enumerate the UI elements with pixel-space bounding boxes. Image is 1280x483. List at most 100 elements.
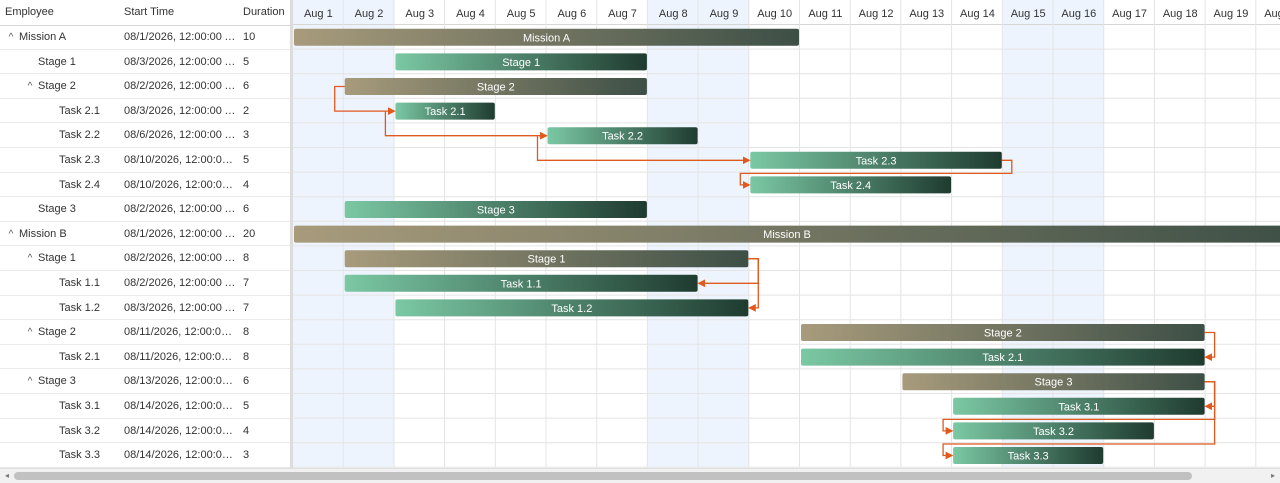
day-header-label: Aug 4 <box>456 8 485 20</box>
scroll-left-icon[interactable]: ◂ <box>2 471 12 481</box>
column-header-employee[interactable]: Employee <box>5 0 115 25</box>
row-start-cell: 08/1/2026, 12:00:00 AM <box>124 31 236 43</box>
row-start-cell: 08/14/2026, 12:00:00 ... <box>124 449 236 462</box>
bar-label: Task 1.1 <box>501 278 542 290</box>
bar-label: Task 2.1 <box>425 106 466 118</box>
collapse-chevron-icon[interactable]: ^ <box>24 321 36 345</box>
row-name-cell: Task 3.3 <box>59 443 100 467</box>
grid-row[interactable]: ^ Stage 3 08/13/2026, 12:00:00 ... 6 <box>0 369 290 394</box>
collapse-chevron-icon[interactable]: ^ <box>5 223 17 247</box>
row-duration-cell: 10 <box>243 31 256 43</box>
row-name-label: Task 2.1 <box>59 104 100 117</box>
bar-label: Task 3.2 <box>1033 426 1074 438</box>
day-header-label: Aug 19 <box>1214 8 1249 20</box>
day-header-label: Aug 10 <box>757 8 792 20</box>
bar-label: Stage 3 <box>477 205 515 217</box>
bar-label: Stage 1 <box>528 254 566 266</box>
horizontal-scrollbar[interactable]: ◂ ▸ <box>0 468 1280 483</box>
grid-row[interactable]: ^ Stage 1 08/2/2026, 12:00:00 AM 8 <box>0 246 290 271</box>
row-name-cell: Task 1.1 <box>59 271 100 295</box>
day-header-label: Aug 2 <box>355 8 384 20</box>
day-header-label: Aug 14 <box>960 8 995 20</box>
row-start-cell: 08/2/2026, 12:00:00 AM <box>124 276 236 289</box>
collapse-chevron-icon[interactable]: ^ <box>24 247 36 271</box>
day-header-label: Aug 18 <box>1163 8 1198 20</box>
column-header-duration[interactable]: Duration <box>243 0 288 25</box>
grid-row[interactable]: Task 2.1 08/11/2026, 12:00:00 ... 8 <box>0 345 290 370</box>
row-duration-cell: 6 <box>243 375 250 388</box>
grid-row[interactable]: Task 3.1 08/14/2026, 12:00:00 ... 5 <box>0 394 290 419</box>
row-duration-cell: 4 <box>243 178 250 191</box>
row-name-cell: Task 3.2 <box>59 419 100 443</box>
day-header-label: Aug 7 <box>608 8 637 20</box>
row-duration-cell: 5 <box>243 153 250 166</box>
row-name-label: Task 1.1 <box>59 276 100 289</box>
day-header-label: Aug 1 <box>304 8 333 20</box>
row-name-label: Task 1.2 <box>59 301 100 314</box>
day-header-label: Aug 16 <box>1061 8 1096 20</box>
grid-row[interactable]: Task 1.2 08/3/2026, 12:00:00 AM 7 <box>0 296 290 321</box>
task-grid: Employee Start Time Duration ^ Mission A0… <box>0 0 290 468</box>
row-name-cell: Stage 3 <box>38 197 76 221</box>
scrollbar-thumb[interactable] <box>14 472 1192 480</box>
row-name-label: Task 3.3 <box>59 449 100 462</box>
row-name-label: Mission A <box>19 31 67 43</box>
row-start-cell: 08/11/2026, 12:00:00 ... <box>124 326 236 339</box>
row-duration-cell: 3 <box>243 129 250 142</box>
row-start-cell: 08/2/2026, 12:00:00 AM <box>124 80 236 93</box>
bar-label: Task 2.2 <box>602 131 643 143</box>
row-start-cell: 08/3/2026, 12:00:00 AM <box>124 55 236 68</box>
row-name-label: Stage 2 <box>38 326 76 339</box>
bar-label: Stage 1 <box>502 57 540 69</box>
row-start-cell: 08/6/2026, 12:00:00 AM <box>124 129 236 142</box>
grid-row[interactable]: Task 3.3 08/14/2026, 12:00:00 ... 3 <box>0 443 290 468</box>
collapse-chevron-icon[interactable]: ^ <box>24 370 36 394</box>
grid-row[interactable]: Task 2.3 08/10/2026, 12:00:00 ... 5 <box>0 148 290 173</box>
grid-row[interactable]: Task 2.4 08/10/2026, 12:00:00 ... 4 <box>0 173 290 198</box>
row-name-cell: ^ Stage 3 <box>24 369 76 393</box>
row-duration-cell: 6 <box>243 203 250 216</box>
collapse-chevron-icon[interactable]: ^ <box>5 26 17 50</box>
bar-label: Stage 2 <box>984 328 1022 340</box>
day-header-label: Aug 3 <box>405 8 434 20</box>
grid-row[interactable]: ^ Mission B 08/1/2026, 12:00:00 AM 20 <box>0 222 290 247</box>
row-name-label: Mission B <box>19 227 67 240</box>
grid-row[interactable]: Task 1.1 08/2/2026, 12:00:00 AM 7 <box>0 271 290 296</box>
row-name-label: Stage 2 <box>38 80 76 93</box>
row-start-cell: 08/11/2026, 12:00:00 ... <box>124 350 236 363</box>
row-duration-cell: 8 <box>243 252 250 265</box>
row-duration-cell: 3 <box>243 449 250 462</box>
row-name-cell: Task 2.2 <box>59 123 100 147</box>
day-header-label: Aug 20 <box>1264 8 1280 20</box>
day-header-label: Aug 17 <box>1112 8 1147 20</box>
bar-label: Mission B <box>763 229 811 241</box>
day-header-label: Aug 8 <box>659 8 688 20</box>
day-header-label: Aug 9 <box>710 8 739 20</box>
column-header-start-time[interactable]: Start Time <box>124 0 236 25</box>
row-name-cell: Task 2.3 <box>59 148 100 172</box>
row-start-cell: 08/10/2026, 12:00:00 ... <box>124 153 236 166</box>
grid-row[interactable]: Task 3.2 08/14/2026, 12:00:00 ... 4 <box>0 419 290 444</box>
collapse-chevron-icon[interactable]: ^ <box>24 75 36 99</box>
row-name-cell: ^ Stage 2 <box>24 320 76 344</box>
bar-label: Task 2.3 <box>856 155 897 167</box>
grid-row[interactable]: ^ Stage 2 08/2/2026, 12:00:00 AM 6 <box>0 74 290 99</box>
row-name-cell: ^ Stage 2 <box>24 74 76 98</box>
row-name-label: Task 2.1 <box>59 350 100 363</box>
grid-row[interactable]: ^ Stage 2 08/11/2026, 12:00:00 ... 8 <box>0 320 290 345</box>
row-name-cell: Task 2.4 <box>59 173 100 197</box>
grid-row[interactable]: ^ Mission A 08/1/2026, 12:00:00 AM 10 <box>0 25 290 50</box>
day-header-label: Aug 12 <box>859 8 894 20</box>
grid-row[interactable]: Task 2.2 08/6/2026, 12:00:00 AM 3 <box>0 123 290 148</box>
row-name-label: Task 2.4 <box>59 178 100 191</box>
grid-row[interactable]: Stage 3 08/2/2026, 12:00:00 AM 6 <box>0 197 290 222</box>
bar-label: Task 1.2 <box>551 303 592 315</box>
bar-label: Task 2.1 <box>982 352 1023 364</box>
row-name-cell: Task 3.1 <box>59 394 100 418</box>
day-header-label: Aug 6 <box>557 8 586 20</box>
bar-label: Task 3.3 <box>1008 451 1049 463</box>
grid-row[interactable]: Task 2.1 08/3/2026, 12:00:00 AM 2 <box>0 99 290 124</box>
scroll-right-icon[interactable]: ▸ <box>1268 471 1278 481</box>
row-start-cell: 08/13/2026, 12:00:00 ... <box>124 375 236 388</box>
grid-row[interactable]: Stage 1 08/3/2026, 12:00:00 AM 5 <box>0 50 290 75</box>
